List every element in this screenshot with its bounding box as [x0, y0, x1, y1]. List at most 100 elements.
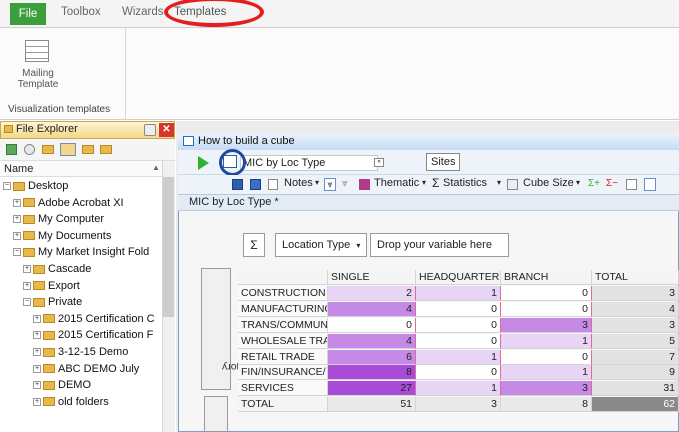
cube-size-menu[interactable]: Cube Size: [523, 177, 574, 189]
second-axis-header[interactable]: [204, 396, 228, 432]
tree-item[interactable]: +2015 Certification C: [33, 313, 155, 325]
mailing-template-icon[interactable]: [25, 40, 49, 62]
refresh-icon[interactable]: [6, 144, 17, 155]
tree-item[interactable]: − Private: [23, 296, 82, 308]
tree-expander-icon[interactable]: +: [33, 364, 41, 373]
row-header[interactable]: SERVICES: [238, 381, 328, 397]
location-type-field[interactable]: Location Type ▾: [275, 233, 368, 257]
add-sigma-icon[interactable]: Σ+: [588, 178, 600, 189]
row-header[interactable]: TRANS/COMMUNICATIONS: [238, 317, 328, 333]
data-cell[interactable]: 4: [328, 333, 416, 349]
tree-expander-icon[interactable]: +: [33, 314, 41, 323]
thematic-menu[interactable]: Thematic: [374, 177, 419, 189]
folder-open-icon[interactable]: [42, 145, 54, 154]
data-cell[interactable]: 0: [416, 317, 501, 333]
tree-item[interactable]: + My Computer: [13, 213, 104, 225]
tree-expander-icon[interactable]: +: [13, 215, 21, 224]
tree-item[interactable]: − Desktop: [3, 180, 68, 192]
tree-item[interactable]: + Adobe Acrobat XI: [13, 197, 124, 209]
data-cell[interactable]: 1: [416, 349, 501, 365]
tree-expander-icon[interactable]: +: [33, 331, 41, 340]
run-icon[interactable]: [198, 156, 209, 170]
data-cell[interactable]: 51: [328, 397, 416, 413]
column-header[interactable]: SINGLE: [328, 270, 416, 285]
data-cell[interactable]: 0: [416, 333, 501, 349]
pin-icon[interactable]: [144, 124, 156, 136]
cube-name-input[interactable]: MIC by Loc Type: [240, 155, 378, 171]
data-cell[interactable]: 3: [501, 317, 592, 333]
data-cell[interactable]: 6: [328, 349, 416, 365]
tree-expander-icon[interactable]: −: [13, 248, 21, 257]
tab-toolbox[interactable]: Toolbox: [61, 6, 101, 18]
folder-selected-icon[interactable]: [60, 143, 76, 156]
data-cell[interactable]: 27: [328, 381, 416, 397]
data-cell[interactable]: 1: [501, 333, 592, 349]
data-cell[interactable]: 0: [416, 365, 501, 381]
data-cell[interactable]: 4: [328, 301, 416, 317]
tree-item[interactable]: − My Market Insight Fold: [13, 246, 149, 258]
data-cell[interactable]: 8: [501, 397, 592, 413]
data-cell[interactable]: 31: [592, 381, 679, 397]
sigma-button[interactable]: Σ: [243, 233, 265, 257]
dropdown-arrow-icon[interactable]: ▾: [315, 178, 319, 187]
grid-corner[interactable]: [238, 270, 328, 285]
tree-item[interactable]: + ABC DEMO July: [33, 363, 139, 375]
data-cell[interactable]: 0: [501, 285, 592, 301]
notes-menu[interactable]: Notes: [284, 177, 313, 189]
data-cell[interactable]: 1: [416, 381, 501, 397]
tree-expander-icon[interactable]: +: [33, 381, 41, 390]
close-icon[interactable]: ✕: [159, 123, 174, 137]
tab-wizards[interactable]: Wizards: [122, 6, 164, 18]
statistics-menu[interactable]: Statistics: [443, 177, 487, 189]
tree-item[interactable]: + Cascade: [23, 263, 91, 275]
row-header[interactable]: CONSTRUCTION: [238, 285, 328, 301]
filter-clear-icon[interactable]: ⩔: [342, 178, 348, 189]
row-header[interactable]: MANUFACTURING: [238, 301, 328, 317]
dropdown-arrow-icon[interactable]: ▾: [422, 178, 426, 187]
data-cell[interactable]: 3: [501, 381, 592, 397]
table-icon[interactable]: [626, 179, 637, 190]
data-cell[interactable]: 0: [501, 301, 592, 317]
data-cell[interactable]: 5: [592, 333, 679, 349]
tree-item[interactable]: + DEMO: [33, 379, 91, 391]
tree-expander-icon[interactable]: +: [13, 231, 21, 240]
column-header[interactable]: TOTAL: [592, 270, 679, 285]
data-cell[interactable]: 1: [416, 285, 501, 301]
tree-expander-icon[interactable]: +: [33, 397, 41, 406]
scrollbar-thumb[interactable]: [163, 177, 174, 317]
row-header[interactable]: RETAIL TRADE: [238, 349, 328, 365]
mailing-template-label[interactable]: Mailing Template: [8, 68, 68, 90]
data-cell[interactable]: 0: [328, 317, 416, 333]
data-cell[interactable]: 8: [328, 365, 416, 381]
tree-item[interactable]: + Export: [23, 280, 80, 292]
tab-file[interactable]: File: [10, 3, 46, 25]
filter-icon[interactable]: ⩔: [324, 178, 336, 191]
folder-up-icon[interactable]: [100, 145, 112, 154]
tree-expander-icon[interactable]: +: [13, 198, 21, 207]
data-cell[interactable]: 62: [592, 397, 679, 413]
data-cell[interactable]: 3: [592, 285, 679, 301]
data-cell[interactable]: 3: [416, 397, 501, 413]
data-cell[interactable]: 3: [592, 317, 679, 333]
row-header[interactable]: WHOLESALE TRADE: [238, 333, 328, 349]
tree-item[interactable]: + old folders: [33, 396, 109, 408]
drop-variable-zone[interactable]: Drop your variable here: [370, 233, 509, 257]
data-cell[interactable]: 9: [592, 365, 679, 381]
data-cell[interactable]: 7: [592, 349, 679, 365]
column-header[interactable]: HEADQUARTERS: [416, 270, 501, 285]
dropdown-arrow-icon[interactable]: ▾: [497, 178, 501, 187]
save-icon[interactable]: [250, 179, 261, 190]
row-header[interactable]: FIN/INSURANCE/: [238, 365, 328, 381]
network-icon[interactable]: [24, 144, 35, 155]
tree-expander-icon[interactable]: −: [23, 298, 31, 307]
tree-expander-icon[interactable]: +: [33, 348, 41, 357]
new-folder-icon[interactable]: [82, 145, 94, 154]
dropdown-arrow-icon[interactable]: ▾: [576, 178, 580, 187]
tree-expander-icon[interactable]: +: [23, 281, 31, 290]
data-cell[interactable]: 0: [416, 301, 501, 317]
tree-item[interactable]: +2015 Certification F: [33, 329, 153, 341]
tree-expander-icon[interactable]: −: [3, 182, 11, 191]
chart-icon[interactable]: [644, 178, 656, 191]
expand-icon[interactable]: »: [374, 158, 384, 167]
tree-item[interactable]: +3-12-15 Demo: [33, 346, 128, 358]
